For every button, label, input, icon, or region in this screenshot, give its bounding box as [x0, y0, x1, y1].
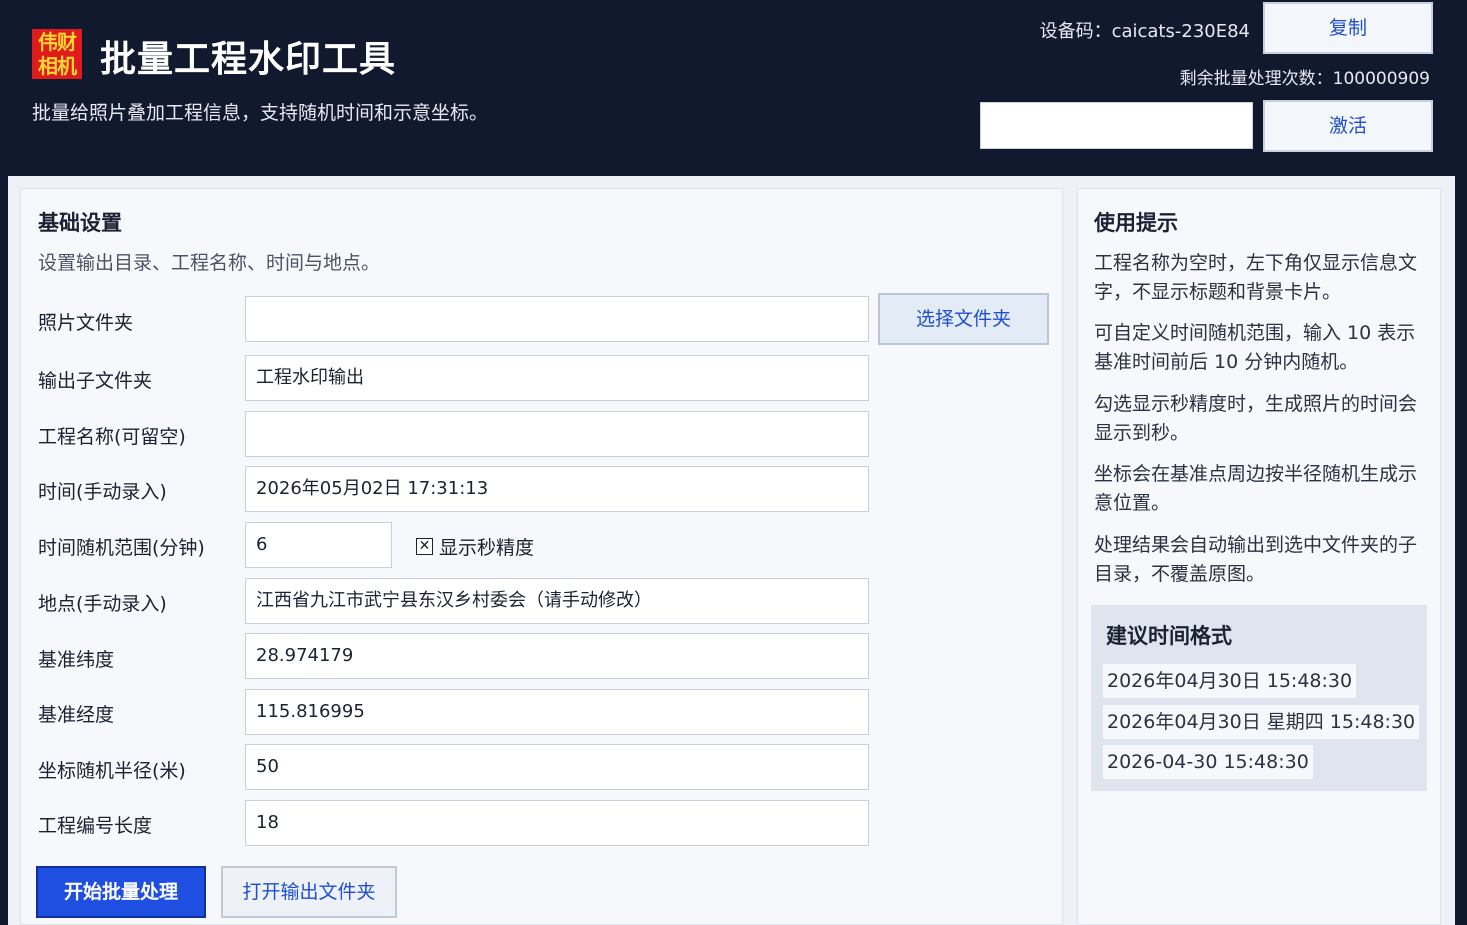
copy-button[interactable]: 复制: [1263, 2, 1433, 54]
remaining-count: 剩余批量处理次数：100000909: [1179, 69, 1430, 89]
logo-line-2: 相机: [38, 54, 77, 78]
photo-folder-label: 照片文件夹: [38, 312, 134, 334]
start-batch-button[interactable]: 开始批量处理: [36, 866, 206, 918]
tip-item: 处理结果会自动输出到选中文件夹的子目录，不覆盖原图。: [1094, 534, 1418, 585]
choose-folder-button[interactable]: 选择文件夹: [878, 293, 1049, 345]
show-seconds-checkbox[interactable]: ✕: [416, 538, 433, 555]
tips-title: 使用提示: [1094, 211, 1178, 235]
time-label: 时间(手动录入): [38, 481, 167, 503]
device-code: 设备码：caicats-230E84: [1039, 21, 1250, 42]
location-label: 地点(手动录入): [38, 593, 167, 615]
project-name-input[interactable]: [245, 411, 869, 457]
time-format-item: 2026年04月30日 星期四 15:48:30: [1103, 705, 1420, 739]
coord-radius-label: 坐标随机半径(米): [38, 760, 186, 782]
app-logo: 伟财 相机: [32, 29, 82, 79]
time-random-range-input[interactable]: 6: [245, 522, 392, 568]
time-format-title: 建议时间格式: [1106, 624, 1232, 648]
activation-code-input[interactable]: [980, 102, 1253, 149]
tip-item: 坐标会在基准点周边按半径随机生成示意位置。: [1094, 463, 1418, 514]
basic-settings-title: 基础设置: [38, 211, 122, 235]
app-title: 批量工程水印工具: [100, 39, 397, 80]
tip-item: 可自定义时间随机范围，输入 10 表示基准时间前后 10 分钟内随机。: [1094, 322, 1416, 373]
tip-item: 勾选显示秒精度时，生成照片的时间会显示到秒。: [1094, 393, 1418, 444]
photo-folder-input[interactable]: [245, 296, 869, 342]
output-subfolder-input[interactable]: 工程水印输出: [245, 355, 869, 401]
app-subtitle: 批量给照片叠加工程信息，支持随机时间和示意坐标。: [32, 102, 489, 124]
base-latitude-input[interactable]: 28.974179: [245, 633, 869, 679]
basic-settings-desc: 设置输出目录、工程名称、时间与地点。: [38, 252, 381, 274]
time-format-item: 2026-04-30 15:48:30: [1103, 745, 1313, 779]
base-longitude-label: 基准经度: [38, 704, 115, 726]
location-input[interactable]: 江西省九江市武宁县东汉乡村委会（请手动修改）: [245, 578, 869, 624]
time-input[interactable]: 2026年05月02日 17:31:13: [245, 466, 869, 512]
app-header: 伟财 相机 批量工程水印工具 批量给照片叠加工程信息，支持随机时间和示意坐标。 …: [0, 0, 1467, 176]
activate-button[interactable]: 激活: [1263, 100, 1433, 152]
base-longitude-input[interactable]: 115.816995: [245, 689, 869, 735]
base-latitude-label: 基准纬度: [38, 649, 115, 671]
project-number-length-input[interactable]: 18: [245, 800, 869, 846]
time-format-item: 2026年04月30日 15:48:30: [1103, 664, 1357, 698]
coord-radius-input[interactable]: 50: [245, 744, 869, 790]
project-number-length-label: 工程编号长度: [38, 815, 153, 837]
open-output-folder-button[interactable]: 打开输出文件夹: [221, 866, 397, 918]
project-name-label: 工程名称(可留空): [38, 426, 186, 448]
output-subfolder-label: 输出子文件夹: [38, 370, 153, 392]
show-seconds-option[interactable]: ✕ 显示秒精度: [416, 533, 534, 560]
show-seconds-label: 显示秒精度: [439, 537, 535, 559]
logo-line-1: 伟财: [38, 30, 77, 54]
time-random-range-label: 时间随机范围(分钟): [38, 537, 205, 559]
tip-item: 工程名称为空时，左下角仅显示信息文字，不显示标题和背景卡片。: [1094, 252, 1418, 303]
